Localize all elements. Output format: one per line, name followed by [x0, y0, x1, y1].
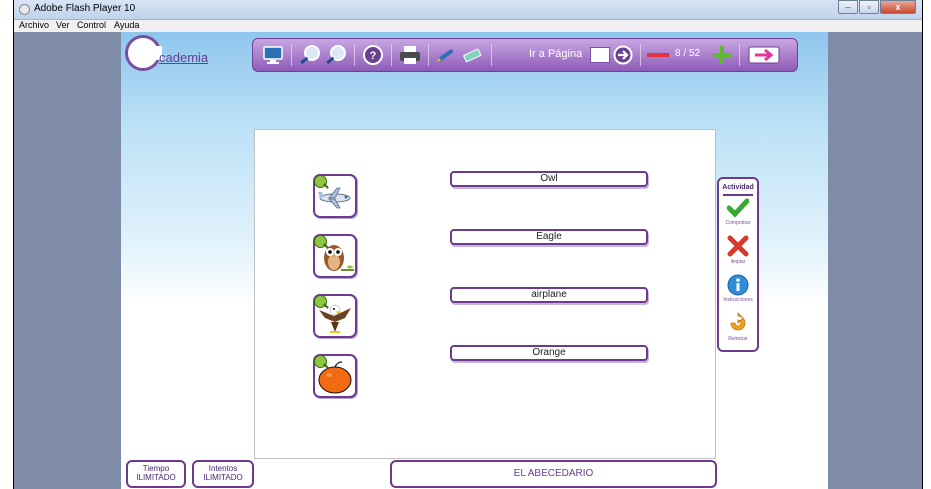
toolbar: ? Ir a Página 8 / 52 [252, 38, 798, 72]
attempts-label: Intentos [208, 464, 238, 473]
window-controls: – ▫ x [837, 0, 916, 14]
toolbar-separator [391, 44, 392, 66]
logo-text: cademia [159, 50, 209, 65]
window-right-frame [922, 0, 931, 489]
activity-panel-title: Actividad [722, 184, 754, 191]
menu-archivo[interactable]: Archivo [19, 20, 49, 30]
cross-icon[interactable] [727, 235, 749, 262]
goto-page-label: Ir a Página [529, 48, 583, 60]
toolbar-separator [640, 44, 641, 66]
help-icon[interactable]: ? [361, 44, 385, 66]
divider [723, 194, 753, 196]
menu-ver[interactable]: Ver [56, 20, 70, 30]
menu-control[interactable]: Control [77, 20, 106, 30]
zoom-badge-icon[interactable] [314, 355, 327, 368]
go-arrow-icon[interactable] [612, 44, 634, 66]
zoom-out-icon[interactable] [324, 44, 348, 66]
academia-logo: cademia [125, 35, 225, 75]
minus-icon[interactable] [646, 44, 670, 66]
eraser-icon[interactable] [460, 44, 484, 66]
plus-icon[interactable] [711, 44, 733, 66]
menu-bar: Archivo Ver Control Ayuda [14, 20, 922, 32]
picture-card-owl[interactable] [313, 234, 357, 278]
flash-player-icon [19, 4, 30, 15]
instructions-button-label: Instrucciones [723, 297, 753, 303]
clear-button-label: limpiar [730, 259, 746, 265]
zoom-badge-icon[interactable] [314, 235, 327, 248]
picture-card-airplane[interactable] [313, 174, 357, 218]
lesson-title: EL ABECEDARIO [513, 468, 594, 479]
toolbar-separator [491, 44, 492, 66]
window-titlebar[interactable]: Adobe Flash Player 10 – ▫ x [14, 0, 922, 20]
flash-content-area: cademia ? Ir a Página 8 / 52 Owl Eagle a… [14, 32, 922, 489]
toolbar-separator [739, 44, 740, 66]
page-indicator: 8 / 52 [675, 48, 701, 59]
word-slot[interactable]: Owl [450, 171, 648, 187]
word-slot[interactable]: Orange [450, 345, 648, 361]
attempts-value: ILIMITADO [203, 473, 243, 482]
restart-button-label: Reiniciar [728, 336, 748, 342]
exit-icon[interactable] [748, 44, 782, 66]
time-box: Tiempo ILIMITADO [126, 460, 186, 488]
toolbar-separator [354, 44, 355, 66]
check-button-label: Comprobar [725, 220, 751, 226]
menu-ayuda[interactable]: Ayuda [114, 20, 139, 30]
monitor-icon[interactable] [261, 44, 285, 66]
zoom-badge-icon[interactable] [314, 175, 327, 188]
window-left-frame [0, 0, 14, 489]
picture-card-eagle[interactable] [313, 294, 357, 338]
toolbar-separator [428, 44, 429, 66]
goto-page-input[interactable] [590, 47, 610, 63]
lesson-title-box: EL ABECEDARIO [390, 460, 717, 488]
restart-icon[interactable] [727, 312, 749, 339]
time-value: ILIMITADO [136, 473, 176, 482]
pen-icon[interactable] [434, 44, 458, 66]
zoom-badge-icon[interactable] [314, 295, 327, 308]
activity-panel: Actividad Comprobar limpiar Instruccione… [717, 177, 759, 352]
zoom-in-icon[interactable] [298, 44, 322, 66]
print-icon[interactable] [398, 44, 422, 66]
minimize-button[interactable]: – [838, 0, 858, 14]
picture-card-orange[interactable] [313, 354, 357, 398]
svg-text:?: ? [370, 50, 377, 62]
window-title: Adobe Flash Player 10 [34, 3, 136, 14]
word-slot[interactable]: airplane [450, 287, 648, 303]
time-label: Tiempo [142, 464, 170, 473]
logo-mark [125, 35, 162, 71]
close-button[interactable]: x [880, 0, 916, 14]
toolbar-separator [291, 44, 292, 66]
activity-card: Owl Eagle airplane Orange [254, 129, 716, 459]
word-slot[interactable]: Eagle [450, 229, 648, 245]
attempts-box: Intentos ILIMITADO [192, 460, 254, 488]
maximize-button[interactable]: ▫ [859, 0, 879, 14]
